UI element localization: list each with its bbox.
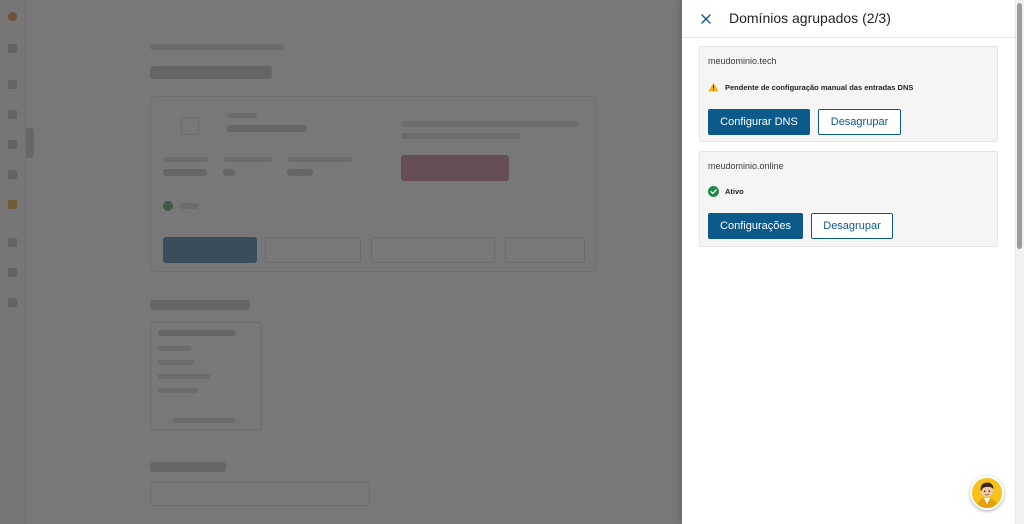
status-text: Ativo xyxy=(725,187,744,196)
drawer-header: Domínios agrupados (2/3) xyxy=(682,0,1024,38)
support-chat-button[interactable] xyxy=(970,476,1004,510)
warning-icon xyxy=(708,82,719,92)
ungroup-button[interactable]: Desagrupar xyxy=(818,109,901,135)
domain-status: Ativo xyxy=(708,186,744,197)
domain-card: meudominio.online Ativo Configurações De… xyxy=(699,151,998,247)
close-button[interactable] xyxy=(696,9,716,29)
domain-name: meudominio.tech xyxy=(708,56,777,66)
close-icon xyxy=(701,14,711,24)
status-text: Pendente de configuração manual das entr… xyxy=(725,82,914,92)
grouped-domains-drawer: Domínios agrupados (2/3) meudominio.tech… xyxy=(682,0,1024,524)
settings-button[interactable]: Configurações xyxy=(708,213,803,239)
domain-name: meudominio.online xyxy=(708,161,784,171)
support-avatar-icon xyxy=(972,478,1002,508)
configure-dns-button[interactable]: Configurar DNS xyxy=(708,109,810,135)
domain-card: meudominio.tech Pendente de configuração… xyxy=(699,46,998,142)
drawer-title: Domínios agrupados (2/3) xyxy=(729,10,891,26)
domain-status: Pendente de configuração manual das entr… xyxy=(708,82,913,92)
check-circle-icon xyxy=(708,186,719,197)
scrollbar-thumb[interactable] xyxy=(1017,3,1022,249)
ungroup-button[interactable]: Desagrupar xyxy=(811,213,893,239)
modal-backdrop[interactable] xyxy=(0,0,682,524)
